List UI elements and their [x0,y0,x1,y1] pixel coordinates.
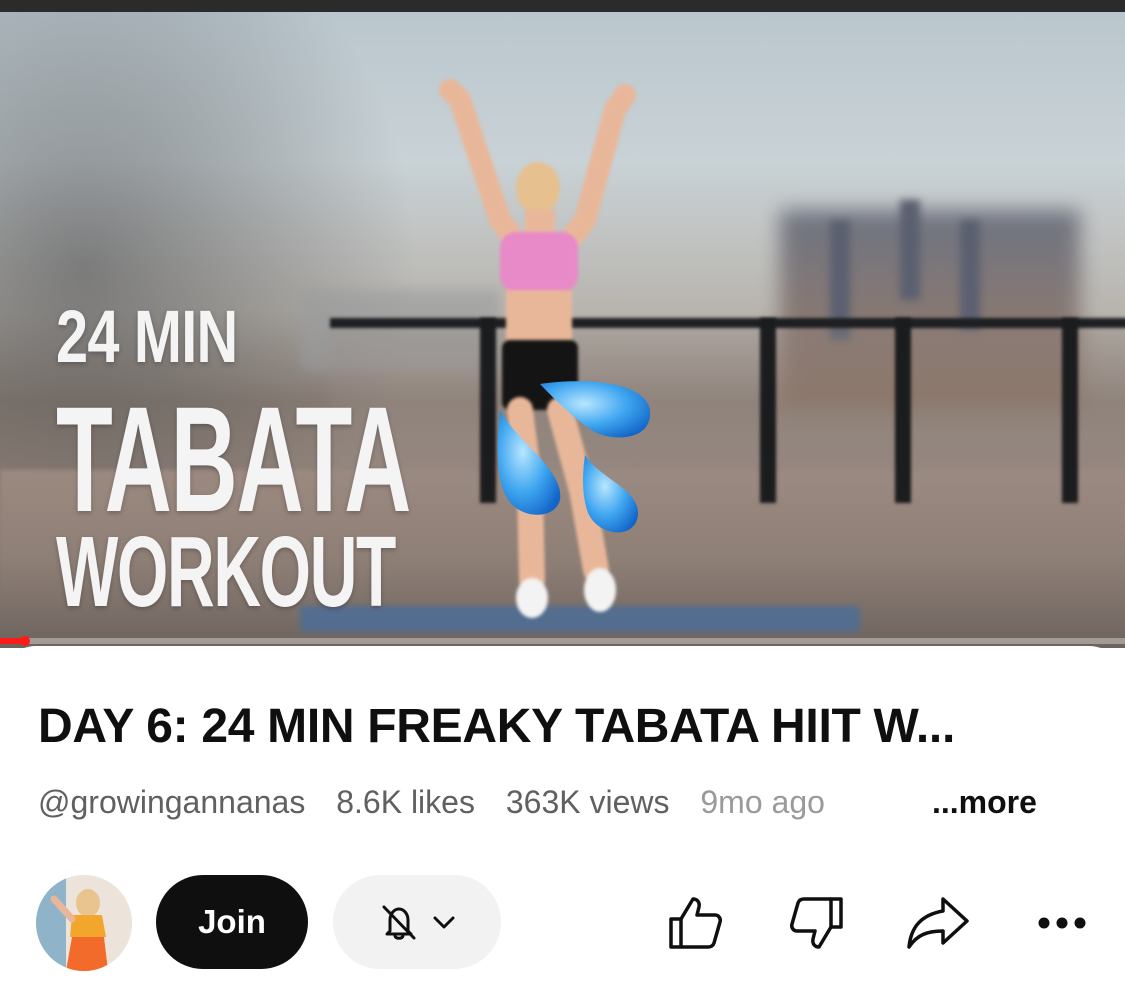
likes-count: 8.6K likes [336,784,475,820]
channel-handle[interactable]: @growingannanas [38,784,305,820]
dislike-button[interactable] [782,888,852,958]
notification-settings-button[interactable] [333,875,501,969]
thumbs-up-icon [669,897,722,949]
video-progress-bar[interactable] [0,636,1125,646]
views-count: 363K views [505,784,670,820]
video-title[interactable]: DAY 6: 24 MIN FREAKY TABATA HIIT W... [38,699,1098,754]
background-spire [900,200,920,300]
sweat-droplets-icon [497,381,651,533]
upload-age: 9mo ago [700,784,825,820]
status-strip [0,0,1125,12]
railing-post [760,318,776,503]
share-icon [907,897,969,949]
more-actions-button[interactable] [1027,888,1097,958]
overlay-line-workout: WORKOUT [56,516,396,628]
video-progress-handle[interactable] [19,636,30,646]
railing-post [1062,318,1078,503]
overlay-line-tabata: TABATA [56,375,411,543]
channel-avatar[interactable] [36,875,132,971]
avatar-image [36,875,132,971]
thumbnail-overlay-title: 24 MIN TABATA WORKOUT [56,295,476,628]
thumbs-down-icon [790,897,843,949]
video-details-panel: DAY 6: 24 MIN FREAKY TABATA HIIT W... @g… [0,646,1125,993]
video-player[interactable]: 24 MIN TABATA WORKOUT [0,0,1125,648]
bell-off-icon [382,905,416,940]
action-bar: Join [0,868,1125,971]
overlay-line-duration: 24 MIN [56,295,238,378]
share-button[interactable] [903,888,973,958]
railing-post [895,318,911,503]
more-link[interactable]: ...more [908,784,1037,821]
like-button[interactable] [660,888,730,958]
chevron-down-icon [433,916,455,929]
join-button[interactable]: Join [156,875,308,969]
background-spire [960,220,980,330]
video-metadata-row[interactable]: @growingannanas 8.6K likes 363K views 9m… [38,784,1098,824]
more-icon [1038,917,1086,929]
